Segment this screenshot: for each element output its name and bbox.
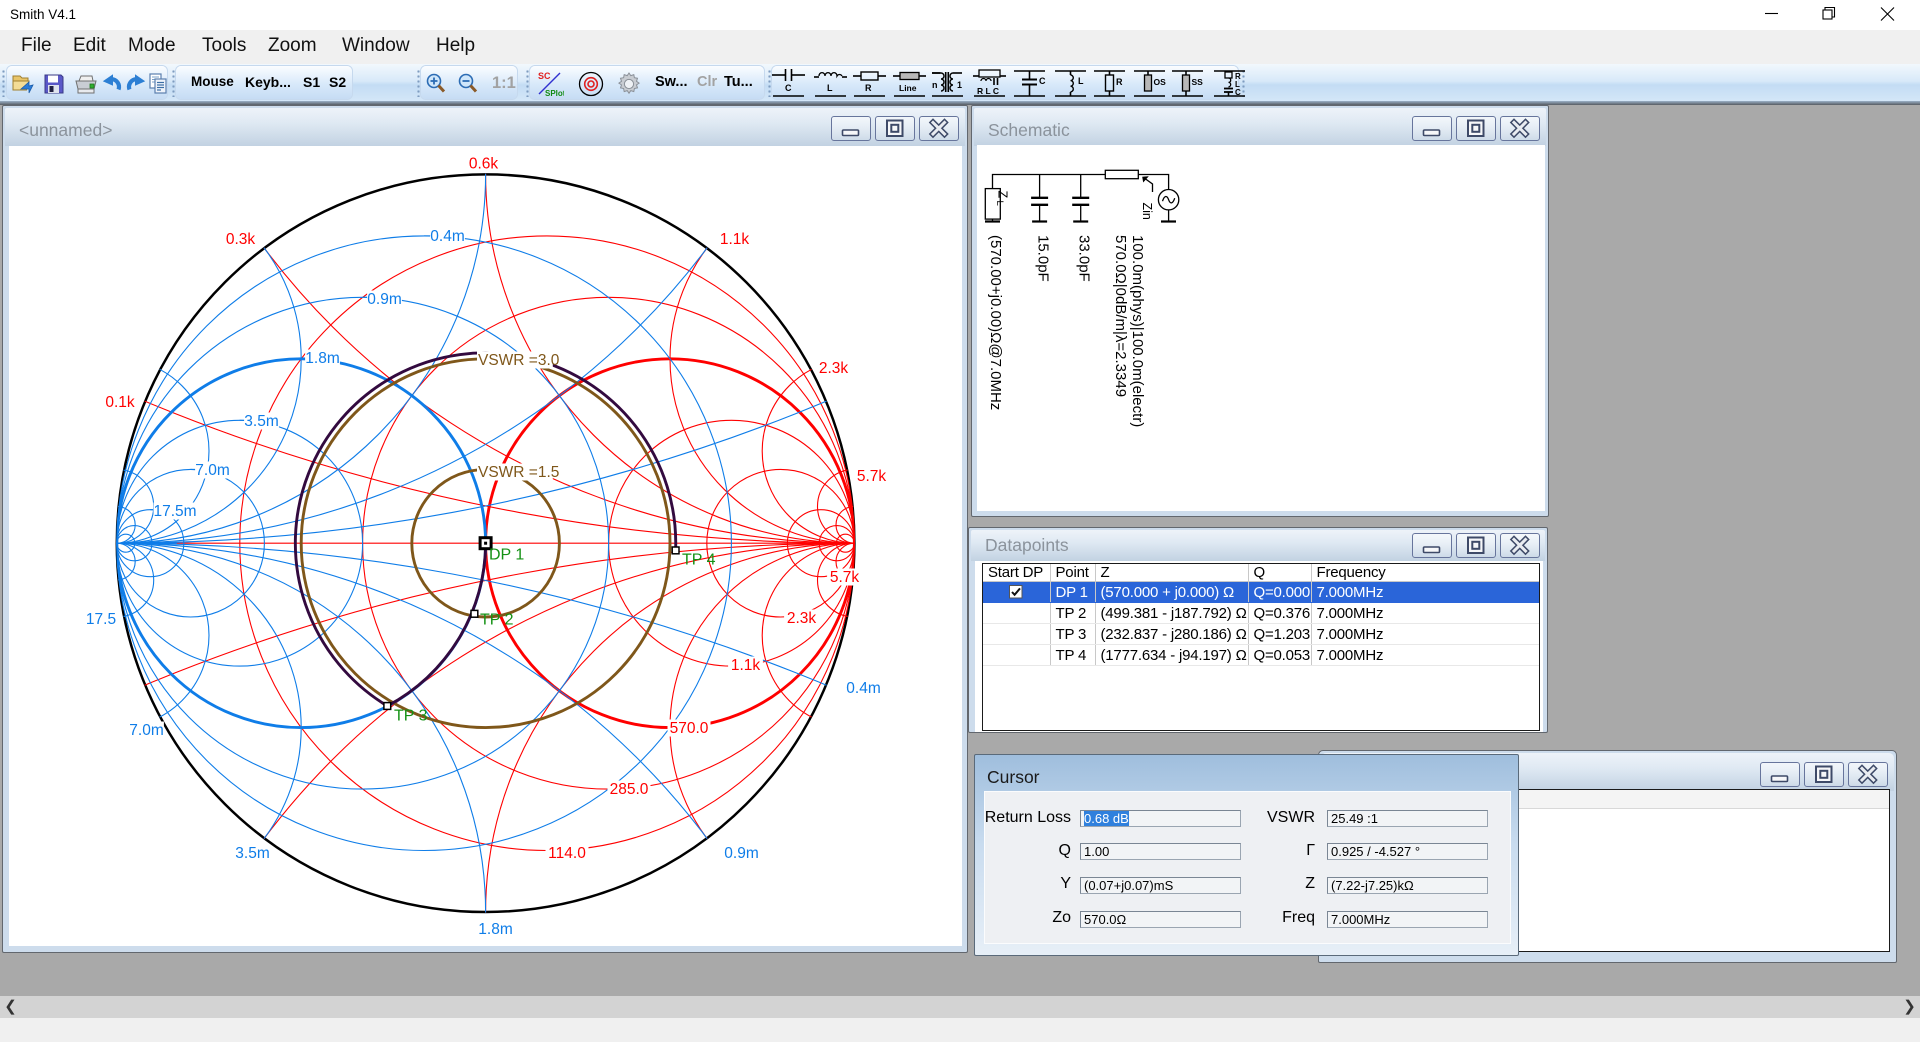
svg-text:15.0pF: 15.0pF — [1035, 235, 1052, 282]
svg-text:(570.00+j0.00)Ω@7.0MHz: (570.00+j0.00)Ω@7.0MHz — [987, 235, 1004, 410]
svg-text:Zin: Zin — [1140, 203, 1154, 220]
svg-text:0.4m: 0.4m — [430, 228, 464, 245]
svg-text:0.4m: 0.4m — [846, 680, 880, 697]
svg-text:5.7k: 5.7k — [857, 468, 887, 485]
svg-text:570.0Ω|0dB/m|λ=2.3349: 570.0Ω|0dB/m|λ=2.3349 — [1112, 235, 1129, 397]
svg-text:2.3k: 2.3k — [787, 610, 817, 627]
svg-text:SC: SC — [538, 71, 551, 81]
svg-text:1.8m: 1.8m — [305, 350, 339, 367]
svg-text:1: 1 — [957, 80, 962, 90]
svg-text:0.6k: 0.6k — [469, 156, 499, 173]
svg-text:1.1k: 1.1k — [731, 657, 761, 674]
svg-text:VSWR =1.5: VSWR =1.5 — [478, 464, 559, 481]
svg-text:TP 4: TP 4 — [682, 552, 716, 569]
svg-text:C: C — [785, 83, 792, 93]
svg-text:100.0m(phys)|100.0m(electr): 100.0m(phys)|100.0m(electr) — [1129, 235, 1146, 427]
svg-text:OS: OS — [1154, 77, 1167, 87]
svg-text:2.3k: 2.3k — [819, 360, 849, 377]
svg-text:285.0: 285.0 — [610, 781, 649, 798]
svg-text:33.0pF: 33.0pF — [1076, 235, 1093, 282]
svg-text:VSWR =3.0: VSWR =3.0 — [478, 352, 560, 369]
svg-text:L: L — [827, 83, 833, 93]
svg-text:R L C: R L C — [977, 86, 999, 96]
svg-text:DP 1: DP 1 — [489, 547, 524, 564]
svg-text:Line: Line — [899, 83, 917, 93]
svg-text:Z: Z — [996, 191, 1010, 199]
svg-text:R: R — [1116, 77, 1123, 87]
svg-text:0.1k: 0.1k — [105, 394, 135, 411]
svg-text:L: L — [994, 201, 1005, 206]
svg-text:n: n — [932, 80, 938, 90]
svg-text:3.5m: 3.5m — [244, 413, 278, 430]
svg-text:R: R — [865, 83, 872, 93]
svg-text:7.0m: 7.0m — [129, 722, 163, 739]
svg-text:1.8m: 1.8m — [478, 921, 512, 938]
svg-text:17.5: 17.5 — [86, 611, 116, 628]
svg-text:C: C — [1235, 88, 1241, 97]
svg-text:17.5m: 17.5m — [153, 503, 196, 520]
svg-text:SPlot: SPlot — [545, 89, 564, 98]
svg-text:5.7k: 5.7k — [830, 569, 860, 586]
svg-text:TP 3: TP 3 — [394, 708, 428, 725]
svg-text:L: L — [1078, 76, 1084, 86]
svg-text:570.0: 570.0 — [670, 720, 709, 737]
svg-text:0.9m: 0.9m — [367, 291, 401, 308]
svg-text:SS: SS — [1192, 77, 1204, 87]
svg-text:114.0: 114.0 — [548, 845, 586, 862]
svg-text:1.1k: 1.1k — [720, 231, 750, 248]
svg-text:7.0m: 7.0m — [195, 462, 229, 479]
svg-text:3.5m: 3.5m — [235, 845, 269, 862]
svg-text:0.3k: 0.3k — [226, 231, 256, 248]
svg-text:C: C — [1039, 76, 1046, 86]
svg-text:TP 2: TP 2 — [480, 612, 514, 629]
svg-text:0.9m: 0.9m — [724, 845, 758, 862]
